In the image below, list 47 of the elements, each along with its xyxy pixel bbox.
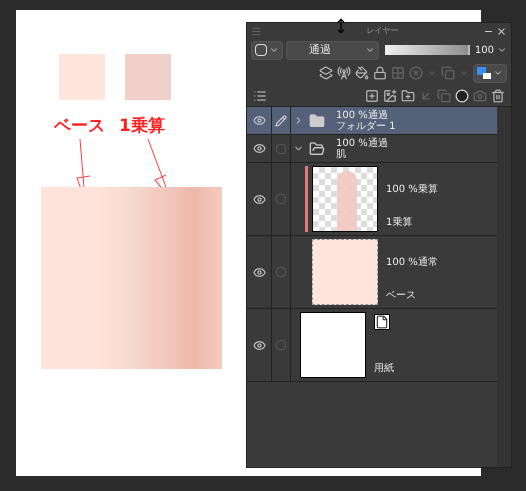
layer-thumbnail [312, 239, 378, 305]
opacity-slider[interactable] [384, 45, 470, 55]
close-icon[interactable] [496, 26, 507, 36]
new-layer-icon[interactable] [365, 88, 379, 102]
layer-thumbnail [312, 166, 378, 232]
folder-icon [309, 140, 325, 156]
layer-name: フォルダー 1 [336, 120, 396, 132]
layer-name: 用紙 [374, 362, 394, 376]
lock-checkbox[interactable] [276, 144, 286, 154]
handwritten-label: ベース [54, 115, 105, 138]
paper-icon [374, 314, 390, 330]
layer-name: 1乗算 [386, 216, 414, 230]
layer-row[interactable]: 用紙 [247, 309, 497, 382]
lock-icon[interactable] [373, 66, 387, 80]
bucket-icon[interactable] [355, 66, 369, 80]
trash-icon[interactable] [491, 88, 505, 102]
lock-checkbox[interactable] [276, 340, 286, 350]
layer-color-dropdown[interactable] [473, 64, 507, 82]
new-vector-layer-icon[interactable] [383, 88, 397, 102]
color-swatch [59, 54, 105, 100]
checker-icon[interactable] [391, 66, 405, 80]
layer-row[interactable]: 100 %乗算 1乗算 [247, 163, 497, 236]
layer-thumbnail [300, 312, 366, 378]
lock-checkbox[interactable] [276, 267, 286, 277]
color-dropdown[interactable] [251, 40, 283, 60]
layer-row[interactable]: 100 %通常 ベース [247, 236, 497, 309]
panel-title: レイヤー [366, 25, 398, 37]
blend-mode-label: 100 %通常 [386, 256, 438, 270]
blend-mode-label: 100 %通過 [336, 110, 389, 120]
handwritten-label: 1乗算 [119, 115, 165, 138]
color-pair-icon [477, 67, 491, 79]
blend-mode-label: 100 %通過 [336, 138, 388, 148]
folder-icon [309, 112, 325, 128]
pencil-icon [275, 114, 287, 126]
layer-row[interactable]: 100 %通過 肌 [247, 135, 497, 163]
lock-checkbox[interactable] [276, 194, 286, 204]
color-swatch [125, 54, 171, 100]
tower-icon[interactable] [337, 66, 351, 80]
clip-icon[interactable] [319, 66, 333, 80]
blend-mode-dropdown[interactable]: 通過 [286, 40, 379, 60]
new-folder-icon[interactable] [401, 88, 415, 102]
layer-name: 肌 [336, 148, 347, 160]
opacity-value[interactable]: 100 [474, 42, 494, 58]
layer-name: ベース [386, 289, 417, 303]
layer-row[interactable]: 100 %通過 フォルダー 1 [247, 107, 497, 135]
blend-mode-label: 100 %乗算 [386, 182, 438, 197]
list-icon[interactable] [253, 88, 267, 102]
